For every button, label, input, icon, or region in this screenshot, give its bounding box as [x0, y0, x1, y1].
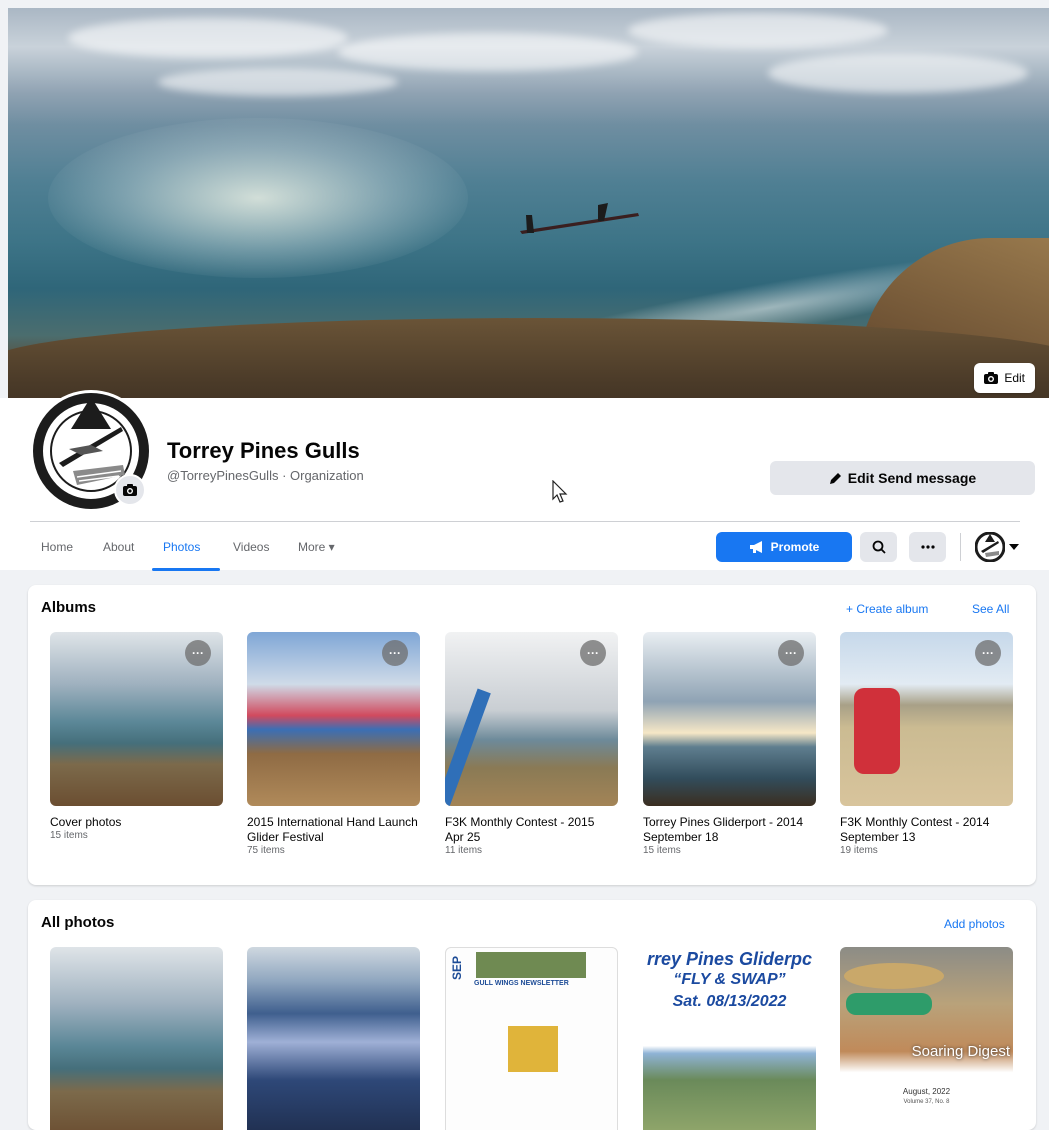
album-title[interactable]: F3K Monthly Contest - 2015 Apr 25: [445, 815, 615, 845]
album-thumbnail[interactable]: ···: [50, 632, 223, 806]
more-icon[interactable]: ···: [975, 640, 1001, 666]
album-title[interactable]: 2015 International Hand Launch Glider Fe…: [247, 815, 422, 845]
all-photos-card: All photos Add photos SEP GULL WINGS NEW…: [28, 900, 1036, 1130]
album-title[interactable]: Cover photos: [50, 815, 225, 830]
search-icon: [872, 540, 886, 554]
search-button[interactable]: [860, 532, 897, 562]
album-count: 15 items: [50, 830, 88, 841]
album-count: 15 items: [643, 845, 681, 856]
tab-photos[interactable]: Photos: [163, 540, 200, 554]
newsletter-banner-image: [476, 952, 586, 978]
chevron-down-icon: [1009, 544, 1019, 550]
poster-title-text: rrey Pines Gliderpc: [646, 949, 813, 969]
album-thumbnail[interactable]: ···: [445, 632, 618, 806]
active-tab-indicator: [152, 568, 220, 571]
all-photos-title: All photos: [41, 914, 115, 931]
albums-card: Albums + Create album See All ··· ··· ··…: [28, 585, 1036, 885]
create-album-link[interactable]: + Create album: [846, 602, 928, 616]
page-title: Torrey Pines Gulls: [167, 438, 360, 463]
pencil-icon: [829, 472, 841, 484]
see-all-link[interactable]: See All: [972, 602, 1009, 616]
camera-icon: [984, 372, 999, 384]
sunglasses-shape: [846, 993, 932, 1015]
more-icon: [920, 545, 935, 549]
glider-wing-shape: [445, 688, 491, 806]
camera-icon: [123, 484, 137, 496]
album-thumbnail[interactable]: ···: [643, 632, 816, 806]
more-icon[interactable]: ···: [185, 640, 211, 666]
page-avatar-icon: [975, 532, 1005, 562]
photo-thumbnail[interactable]: SEP GULL WINGS NEWSLETTER: [445, 947, 618, 1130]
megaphone-icon: [749, 541, 762, 553]
cover-photo[interactable]: Edit: [8, 8, 1049, 398]
magazine-date-text: August, 2022: [902, 1087, 951, 1096]
tab-home[interactable]: Home: [41, 540, 73, 554]
more-icon[interactable]: ···: [382, 640, 408, 666]
promote-label: Promote: [770, 540, 820, 554]
account-switcher[interactable]: [975, 532, 1019, 562]
tab-videos[interactable]: Videos: [233, 540, 269, 554]
tab-more[interactable]: More ▾: [298, 540, 335, 554]
edit-send-message-label: Edit Send message: [847, 470, 977, 486]
album-count: 19 items: [840, 845, 878, 856]
album-title[interactable]: Torrey Pines Gliderport - 2014 September…: [643, 815, 813, 845]
cursor-icon: [552, 480, 568, 503]
album-count: 11 items: [445, 845, 483, 856]
update-profile-picture-button[interactable]: [114, 474, 146, 506]
album-thumbnail[interactable]: ···: [247, 632, 420, 806]
magazine-volume-text: Volume 37, No. 8: [903, 1099, 950, 1105]
album-count: 75 items: [247, 845, 285, 856]
photo-thumbnail[interactable]: [50, 947, 223, 1130]
promote-button[interactable]: Promote: [716, 532, 852, 562]
header-divider: [30, 521, 1020, 522]
page-handle-category: @TorreyPinesGulls · Organization: [167, 468, 364, 483]
tab-about[interactable]: About: [103, 540, 134, 554]
newsletter-month-text: SEP: [450, 956, 464, 981]
edit-send-message-button[interactable]: Edit Send message: [770, 461, 1035, 495]
photo-thumbnail[interactable]: [247, 947, 420, 1130]
poster-subtitle-text: “FLY & SWAP”: [673, 971, 786, 988]
photo-thumbnail[interactable]: rrey Pines Gliderpc “FLY & SWAP” Sat. 08…: [643, 947, 816, 1130]
glider-in-cover: [520, 203, 639, 234]
person-shape: [854, 688, 900, 774]
hat-shape: [844, 963, 944, 989]
poster-date-text: Sat. 08/13/2022: [672, 993, 787, 1010]
albums-title: Albums: [41, 599, 97, 616]
album-title[interactable]: F3K Monthly Contest - 2014 September 13: [840, 815, 1015, 845]
more-icon[interactable]: ···: [778, 640, 804, 666]
photo-thumbnail[interactable]: Soaring Digest August, 2022 Volume 37, N…: [840, 947, 1013, 1130]
edit-cover-label: Edit: [1004, 371, 1025, 385]
more-icon[interactable]: ···: [580, 640, 606, 666]
magazine-title-text: Soaring Digest: [911, 1043, 1010, 1060]
more-options-button[interactable]: [909, 532, 946, 562]
newsletter-heading-text: GULL WINGS NEWSLETTER: [474, 980, 569, 987]
edit-cover-button[interactable]: Edit: [974, 363, 1035, 393]
nav-separator: [960, 533, 961, 561]
newsletter-photo: [508, 1026, 558, 1072]
album-thumbnail[interactable]: ···: [840, 632, 1013, 806]
add-photos-link[interactable]: Add photos: [944, 917, 1005, 931]
